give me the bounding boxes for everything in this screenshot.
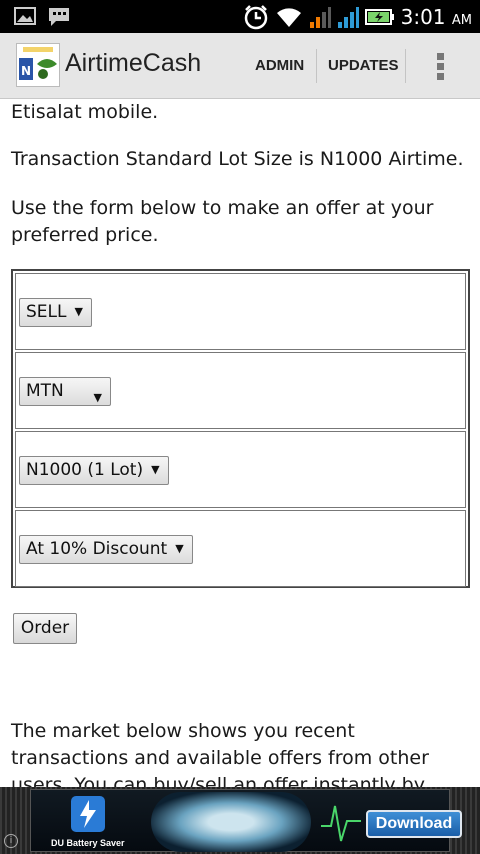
form-row: N1000 (1 Lot) ▼ bbox=[15, 431, 466, 508]
divider bbox=[405, 49, 406, 83]
overflow-menu-icon[interactable] bbox=[437, 53, 445, 83]
updates-button[interactable]: UPDATES bbox=[328, 33, 399, 99]
select-value: SELL bbox=[26, 302, 67, 322]
clock-ampm: AM bbox=[451, 13, 472, 28]
chat-icon bbox=[49, 8, 69, 26]
ad-panel: DU Battery Saver Download bbox=[30, 789, 462, 852]
app-title: AirtimeCash bbox=[65, 49, 202, 77]
divider bbox=[316, 49, 317, 83]
select-value: At 10% Discount bbox=[26, 539, 168, 559]
action-select[interactable]: SELL ▼ bbox=[19, 298, 92, 327]
download-button[interactable]: Download bbox=[366, 810, 462, 838]
ad-info-icon[interactable]: i bbox=[4, 834, 18, 848]
text-paragraph: Etisalat mobile. bbox=[11, 101, 159, 123]
signal-orange-icon bbox=[309, 7, 331, 28]
form-row: At 10% Discount ▼ bbox=[15, 510, 466, 587]
ad-banner[interactable]: i DU Battery Saver Download bbox=[0, 787, 480, 854]
select-value: N1000 (1 Lot) bbox=[26, 460, 144, 480]
form-row: MTN ▼ bbox=[15, 352, 466, 429]
svg-text:N: N bbox=[21, 64, 31, 78]
dropdown-arrow-icon: ▼ bbox=[151, 463, 160, 476]
dropdown-arrow-icon: ▼ bbox=[175, 542, 184, 555]
signal-blue-icon bbox=[337, 7, 359, 28]
alarm-icon bbox=[244, 5, 267, 30]
battery-app-icon bbox=[71, 796, 105, 832]
clock-time: 3:01 bbox=[400, 5, 446, 29]
amount-select[interactable]: N1000 (1 Lot) ▼ bbox=[19, 456, 169, 485]
fingerprint-icon bbox=[151, 792, 311, 852]
admin-button[interactable]: ADMIN bbox=[255, 33, 304, 99]
network-select[interactable]: MTN ▼ bbox=[19, 377, 111, 406]
app-logo-icon: N bbox=[19, 47, 57, 80]
offer-form: SELL ▼ MTN ▼ N1000 (1 Lot) ▼ At 10% Discoun… bbox=[11, 269, 470, 588]
wifi-icon bbox=[276, 8, 301, 27]
status-bar: 3:01 AM bbox=[0, 0, 480, 33]
web-content[interactable]: Etisalat mobile. Transaction Standard Lo… bbox=[0, 99, 480, 787]
clock: 3:01 AM bbox=[401, 5, 472, 29]
pulse-wave-icon bbox=[321, 805, 361, 842]
text-paragraph: The market below shows you recent transa… bbox=[11, 720, 429, 787]
action-bar: N AirtimeCash ADMIN UPDATES bbox=[0, 33, 480, 99]
dropdown-arrow-icon: ▼ bbox=[74, 305, 83, 318]
app-logo[interactable]: N bbox=[16, 43, 60, 87]
select-value: MTN bbox=[26, 381, 64, 401]
ad-label: DU Battery Saver bbox=[51, 838, 125, 848]
dropdown-arrow-icon: ▼ bbox=[93, 391, 102, 404]
form-row: SELL ▼ bbox=[15, 273, 466, 350]
text-paragraph: Transaction Standard Lot Size is N1000 A… bbox=[11, 148, 464, 170]
price-select[interactable]: At 10% Discount ▼ bbox=[19, 535, 193, 564]
text-paragraph: Use the form below to make an offer at y… bbox=[11, 197, 434, 246]
order-button[interactable]: Order bbox=[13, 613, 77, 644]
battery-charging-icon bbox=[364, 9, 394, 25]
image-icon bbox=[14, 7, 36, 25]
